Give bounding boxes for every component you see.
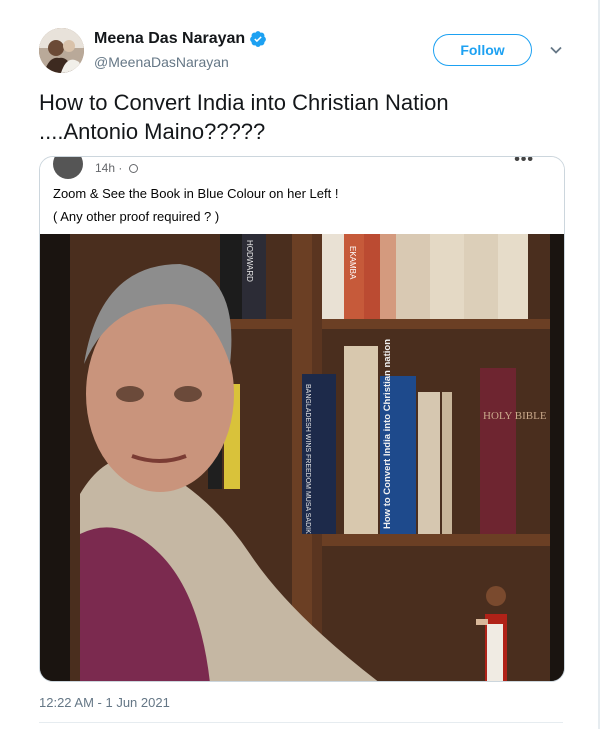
author-handle[interactable]: @MeenaDasNarayan (94, 54, 229, 70)
author-name-row: Meena Das Narayan (94, 30, 267, 48)
bible-text: HOLY BIBLE (483, 410, 547, 422)
chevron-down-icon[interactable] (549, 43, 563, 57)
verified-badge-icon (250, 31, 267, 47)
book-blue-text: How to Convert India into Christian nati… (382, 339, 393, 529)
book-top-text: HODWARD (245, 240, 254, 282)
author-avatar[interactable] (39, 28, 84, 73)
quoted-post-header: 14h · ••• Zoom & See the Book in Blue Co… (40, 157, 564, 234)
tweet-text: How to Convert India into Christian Nati… (39, 90, 449, 144)
quoted-post-time: 14h · (95, 161, 138, 175)
follow-button[interactable]: Follow (433, 34, 532, 66)
divider (39, 722, 563, 723)
book-red-text: EKAMBA (348, 246, 357, 280)
book-dark-text: BANGLADESH WINS FREEDOM MUSA SADIK (304, 384, 311, 534)
quoted-photo[interactable]: EKAMBA HODWARD BANGLADESH WINS FREEDOM M… (40, 234, 564, 681)
tweet-timestamp[interactable]: 12:22 AM - 1 Jun 2021 (39, 695, 170, 710)
quoted-time-text: 14h · (95, 161, 126, 175)
tweet: Meena Das Narayan @MeenaDasNarayan Follo… (0, 0, 602, 729)
quoted-line-1: Zoom & See the Book in Blue Colour on he… (53, 186, 339, 201)
display-name[interactable]: Meena Das Narayan (94, 30, 245, 48)
more-options-icon[interactable]: ••• (514, 157, 534, 169)
quoted-avatar (53, 157, 83, 179)
quoted-line-2: ( Any other proof required ? ) (53, 209, 220, 224)
column-edge (598, 0, 600, 729)
globe-icon (128, 164, 138, 173)
quoted-post-card[interactable]: 14h · ••• Zoom & See the Book in Blue Co… (39, 156, 565, 682)
